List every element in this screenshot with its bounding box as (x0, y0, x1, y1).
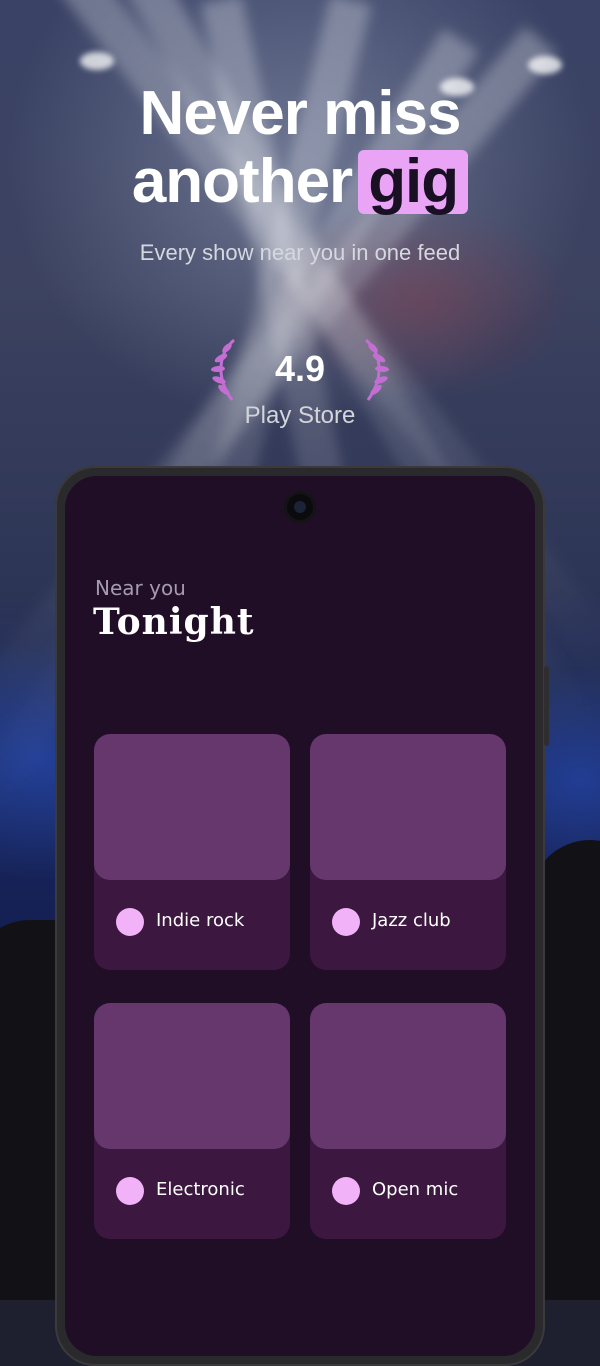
category-card-jazz-club[interactable]: Jazz club (310, 734, 506, 970)
card-label: Open mic (372, 1179, 459, 1200)
rating-source: Play Store (244, 402, 356, 429)
category-dot-icon (332, 908, 360, 936)
laurel-right-icon (364, 338, 389, 401)
card-label: Jazz club (372, 910, 451, 931)
camera-icon (287, 494, 313, 520)
category-card-electronic[interactable]: Electronic (94, 1003, 290, 1239)
screen-title: Tonight (93, 601, 255, 643)
category-card-open-mic[interactable]: Open mic (310, 1003, 506, 1239)
phone-mockup: Near you Tonight Indie rock Jazz club El… (55, 466, 549, 1366)
headline-highlight: gig (358, 150, 469, 214)
card-label: Electronic (156, 1179, 245, 1200)
card-label: Indie rock (156, 910, 245, 931)
headline-line-1: Never miss (139, 79, 462, 148)
card-image (94, 734, 290, 880)
category-card-indie-rock[interactable]: Indie rock (94, 734, 290, 970)
card-image (310, 1003, 506, 1149)
category-dot-icon (116, 908, 144, 936)
headline: Never miss another gig (0, 80, 600, 216)
phone-side-button (544, 666, 549, 746)
headline-line-2-prefix: another (131, 147, 353, 216)
phone-screen: Near you Tonight Indie rock Jazz club El… (65, 476, 535, 1356)
screen-eyebrow: Near you (95, 576, 186, 600)
subtitle: Every show near you in one feed (139, 240, 461, 265)
category-dot-icon (332, 1177, 360, 1205)
card-image (310, 734, 506, 880)
rating-badge: 4.9 Play Store (200, 338, 400, 438)
headline-line-2: another gig (0, 148, 600, 216)
card-image (94, 1003, 290, 1149)
category-dot-icon (116, 1177, 144, 1205)
